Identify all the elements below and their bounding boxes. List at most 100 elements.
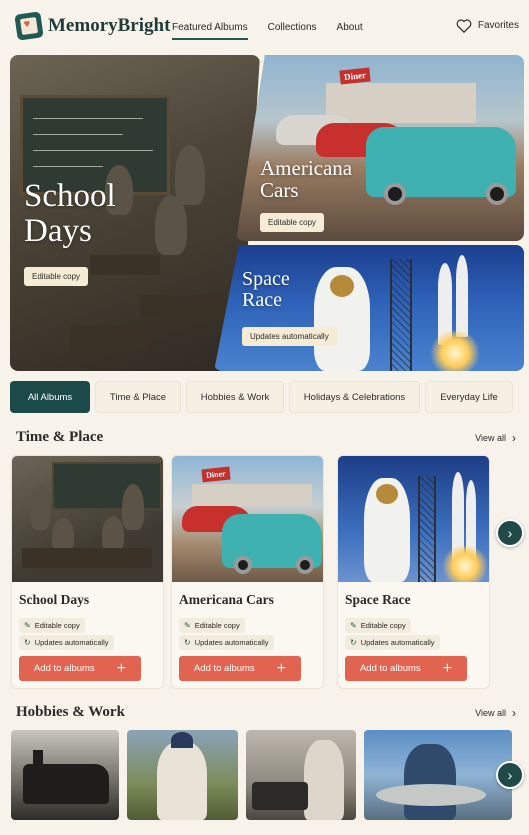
fisherman-photo[interactable] <box>364 730 512 820</box>
baseball-player-photo[interactable] <box>127 730 238 820</box>
launch-tower <box>418 476 436 582</box>
school-desk <box>140 295 230 319</box>
teacher-figure <box>30 486 50 530</box>
chip-label: Editable copy <box>34 621 80 630</box>
student-figure <box>102 516 124 552</box>
woman-figure <box>304 740 344 820</box>
filter-hobbies-work[interactable]: Hobbies & Work <box>186 381 284 413</box>
pencil-icon: ✎ <box>184 621 191 630</box>
album-card-space-race[interactable]: Space Race ✎ Editable copy ↻ Updates autom… <box>337 455 490 689</box>
album-card-americana-cars[interactable]: Diner Americana Cars ✎ Editable copy ↻ Upd… <box>171 455 324 689</box>
pencil-icon: ✎ <box>24 621 31 630</box>
add-to-albums-button[interactable]: Add to albums + <box>179 656 301 681</box>
logo-heart-icon: ♥ <box>14 11 44 41</box>
view-all-time-place[interactable]: View all › <box>475 431 516 445</box>
card-title: Space Race <box>345 592 411 607</box>
section-title-hobbies-work: Hobbies & Work <box>16 704 125 720</box>
brand-name: MemoryBright <box>48 15 171 36</box>
helmet-visor <box>330 275 354 297</box>
hero-tile-school-days[interactable]: School Days Editable copy <box>10 55 260 371</box>
hero-space-title-line1: Space <box>242 268 290 290</box>
hero-tile-space-race[interactable]: Space Race Updates automatically <box>214 245 524 371</box>
add-to-albums-button[interactable]: Add to albums + <box>19 656 141 681</box>
nav-about[interactable]: About <box>337 22 363 40</box>
editable-copy-badge: Editable copy <box>24 267 89 286</box>
favorites-link[interactable]: Favorites <box>456 18 519 33</box>
album-card-school-days[interactable]: School Days ✎ Editable copy ↻ Updates auto… <box>11 455 164 689</box>
filter-all-albums[interactable]: All Albums <box>10 381 90 413</box>
nav-collections[interactable]: Collections <box>268 22 317 40</box>
diner-sign: Diner <box>201 466 231 483</box>
editable-copy-badge: Editable copy <box>260 213 325 232</box>
carousel-next-button[interactable]: › <box>496 519 524 547</box>
heart-outline-icon <box>456 19 472 33</box>
hero-collage: School Days Editable copy Diner American… <box>10 55 524 371</box>
view-all-hobbies-work[interactable]: View all › <box>475 706 516 720</box>
filter-holidays-celebrations[interactable]: Holidays & Celebrations <box>289 381 420 413</box>
chip-label: Updates automatically <box>360 638 435 647</box>
steam-train-photo[interactable] <box>11 730 119 820</box>
brand-logo[interactable]: ♥ MemoryBright <box>14 11 171 41</box>
filter-everyday-life[interactable]: Everyday Life <box>425 381 513 413</box>
hero-school-title-line2: Days <box>24 212 92 249</box>
locomotive-shape <box>23 764 109 804</box>
chip-label: Editable copy <box>360 621 406 630</box>
favorites-label: Favorites <box>477 20 519 31</box>
section-title-time-place: Time & Place <box>16 429 104 445</box>
refresh-icon: ↻ <box>350 638 357 647</box>
button-label: Add to albums <box>193 663 255 674</box>
plus-icon: + <box>276 659 287 677</box>
school-desk <box>90 255 160 275</box>
chip-label: Updates automatically <box>34 638 109 647</box>
student-figure <box>52 518 74 552</box>
plus-icon: + <box>442 659 453 677</box>
chevron-right-icon: › <box>507 767 513 783</box>
chalkboard-image <box>52 462 162 510</box>
school-desk <box>70 325 150 351</box>
typist-photo[interactable] <box>246 730 356 820</box>
filter-time-place[interactable]: Time & Place <box>95 381 181 413</box>
carousel-next-button[interactable]: › <box>496 761 524 789</box>
smokestack-shape <box>33 750 43 766</box>
space-race-photo <box>338 456 489 582</box>
top-header: ♥ MemoryBright Featured Albums Collectio… <box>0 0 529 52</box>
add-to-albums-button[interactable]: Add to albums + <box>345 656 467 681</box>
car-wheel <box>384 183 406 205</box>
car-wheel <box>296 556 314 574</box>
plus-icon: + <box>116 659 127 677</box>
chevron-right-icon: › <box>507 525 513 541</box>
chevron-right-icon: › <box>512 706 516 720</box>
helmet-visor <box>376 484 398 504</box>
view-all-label: View all <box>475 433 506 443</box>
refresh-icon: ↻ <box>184 638 191 647</box>
chip-label: Editable copy <box>194 621 240 630</box>
hero-school-title: School Days <box>24 179 116 248</box>
hero-space-title: Space Race <box>242 269 290 311</box>
updates-automatically-chip: ↻ Updates automatically <box>179 635 274 650</box>
refresh-icon: ↻ <box>24 638 31 647</box>
hero-school-title-line1: School <box>24 178 116 214</box>
student-figure <box>155 195 187 255</box>
album-filter-tabs: All Albums Time & Place Hobbies & Work H… <box>10 381 516 413</box>
hero-space-title-line2: Race <box>242 289 282 311</box>
car-wheel <box>486 183 508 205</box>
card-title: Americana Cars <box>179 592 274 607</box>
car-wheel <box>234 556 252 574</box>
diner-sign: Diner <box>339 67 371 85</box>
diner-building <box>192 484 312 506</box>
fish-shape <box>376 784 486 806</box>
hero-cars-title-line1: Americana <box>260 156 353 180</box>
button-label: Add to albums <box>33 663 95 674</box>
fisherman-figure <box>404 744 456 820</box>
editable-copy-chip: ✎ Editable copy <box>19 618 85 633</box>
school-desk <box>22 548 152 568</box>
hero-cars-title-line2: Cars <box>260 178 299 203</box>
rocket-flame <box>442 546 488 582</box>
nav-featured-albums[interactable]: Featured Albums <box>172 22 248 40</box>
americana-cars-photo: Diner <box>172 456 323 582</box>
hero-tile-americana-cars[interactable]: Diner Americana Cars Editable copy <box>236 55 524 241</box>
updates-automatically-chip: ↻ Updates automatically <box>19 635 114 650</box>
card-title: School Days <box>19 592 90 607</box>
rocket-right <box>456 255 468 337</box>
chevron-right-icon: › <box>512 431 516 445</box>
